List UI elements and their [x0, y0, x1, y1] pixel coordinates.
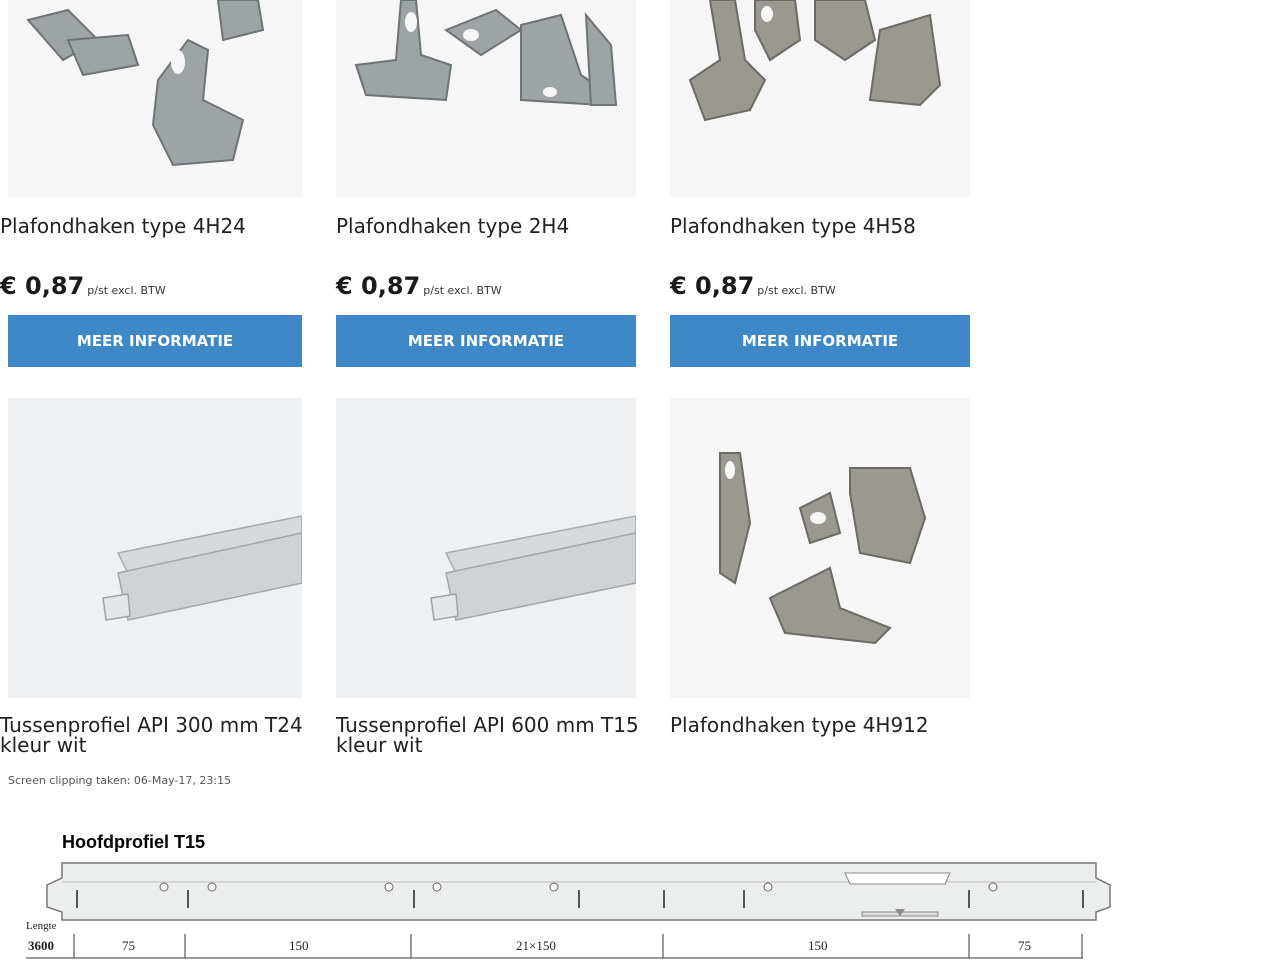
clip-hooks-photo [26, 0, 265, 167]
product-title-line1: Tussenprofiel API 300 mm T24 [0, 713, 303, 737]
length-label: Lengte [26, 920, 57, 932]
product-title-line1: Tussenprofiel API 600 mm T15 [336, 713, 639, 737]
product-title-line2: kleur wit [336, 733, 423, 757]
profile-bar [46, 862, 1111, 921]
product-title[interactable]: Plafondhaken type 2H4 [336, 216, 569, 236]
clip-hooks-photo [688, 0, 942, 122]
product-title-line1: Plafondhaken type 4H912 [670, 713, 929, 737]
more-info-button[interactable]: MEER INFORMATIE [670, 315, 970, 367]
price-row: € 0,87 p/st excl. BTW [670, 272, 836, 300]
clip-hooks-photo [354, 0, 618, 107]
product-title[interactable]: Plafondhaken type 4H58 [670, 216, 916, 236]
segment-label: 150 [289, 938, 309, 953]
price-unit: p/st excl. BTW [757, 284, 836, 297]
price-unit: p/st excl. BTW [87, 284, 166, 297]
profile-diagram: Lengte 3600 75 150 21×150 150 75 [26, 862, 1111, 959]
t-profile-photo [102, 515, 302, 621]
screen-clipping-note: Screen clipping taken: 06-May-17, 23:15 [8, 774, 232, 787]
product-image-4h24[interactable] [8, 0, 302, 197]
price-row: € 0,87 p/st excl. BTW [336, 272, 502, 300]
segment-label: 75 [122, 938, 135, 953]
product-title[interactable]: Plafondhaken type 4H24 [0, 216, 246, 236]
clip-hooks-photo [719, 452, 927, 645]
length-value: 3600 [28, 938, 54, 953]
price: € 0,87 [0, 272, 85, 300]
product-title-line2: kleur wit [0, 733, 87, 757]
product-title[interactable]: Tussenprofiel API 600 mm T15 kleur wit [336, 715, 639, 755]
product-image-api-600[interactable] [336, 398, 636, 698]
price: € 0,87 [336, 272, 421, 300]
more-info-button[interactable]: MEER INFORMATIE [8, 315, 302, 367]
price-unit: p/st excl. BTW [423, 284, 502, 297]
segment-label: 150 [808, 938, 828, 953]
product-title[interactable]: Tussenprofiel API 300 mm T24 kleur wit [0, 715, 303, 755]
product-image-4h912[interactable] [670, 398, 970, 698]
t-profile-photo [430, 515, 636, 621]
product-image-4h58[interactable] [670, 0, 970, 197]
price-row: € 0,87 p/st excl. BTW [0, 272, 166, 300]
segment-label: 21×150 [516, 938, 556, 953]
product-image-api-300[interactable] [8, 398, 302, 698]
product-image-2h4[interactable] [336, 0, 636, 197]
price: € 0,87 [670, 272, 755, 300]
more-info-button[interactable]: MEER INFORMATIE [336, 315, 636, 367]
segment-label: 75 [1018, 938, 1031, 953]
product-title[interactable]: Plafondhaken type 4H912 [670, 715, 929, 735]
